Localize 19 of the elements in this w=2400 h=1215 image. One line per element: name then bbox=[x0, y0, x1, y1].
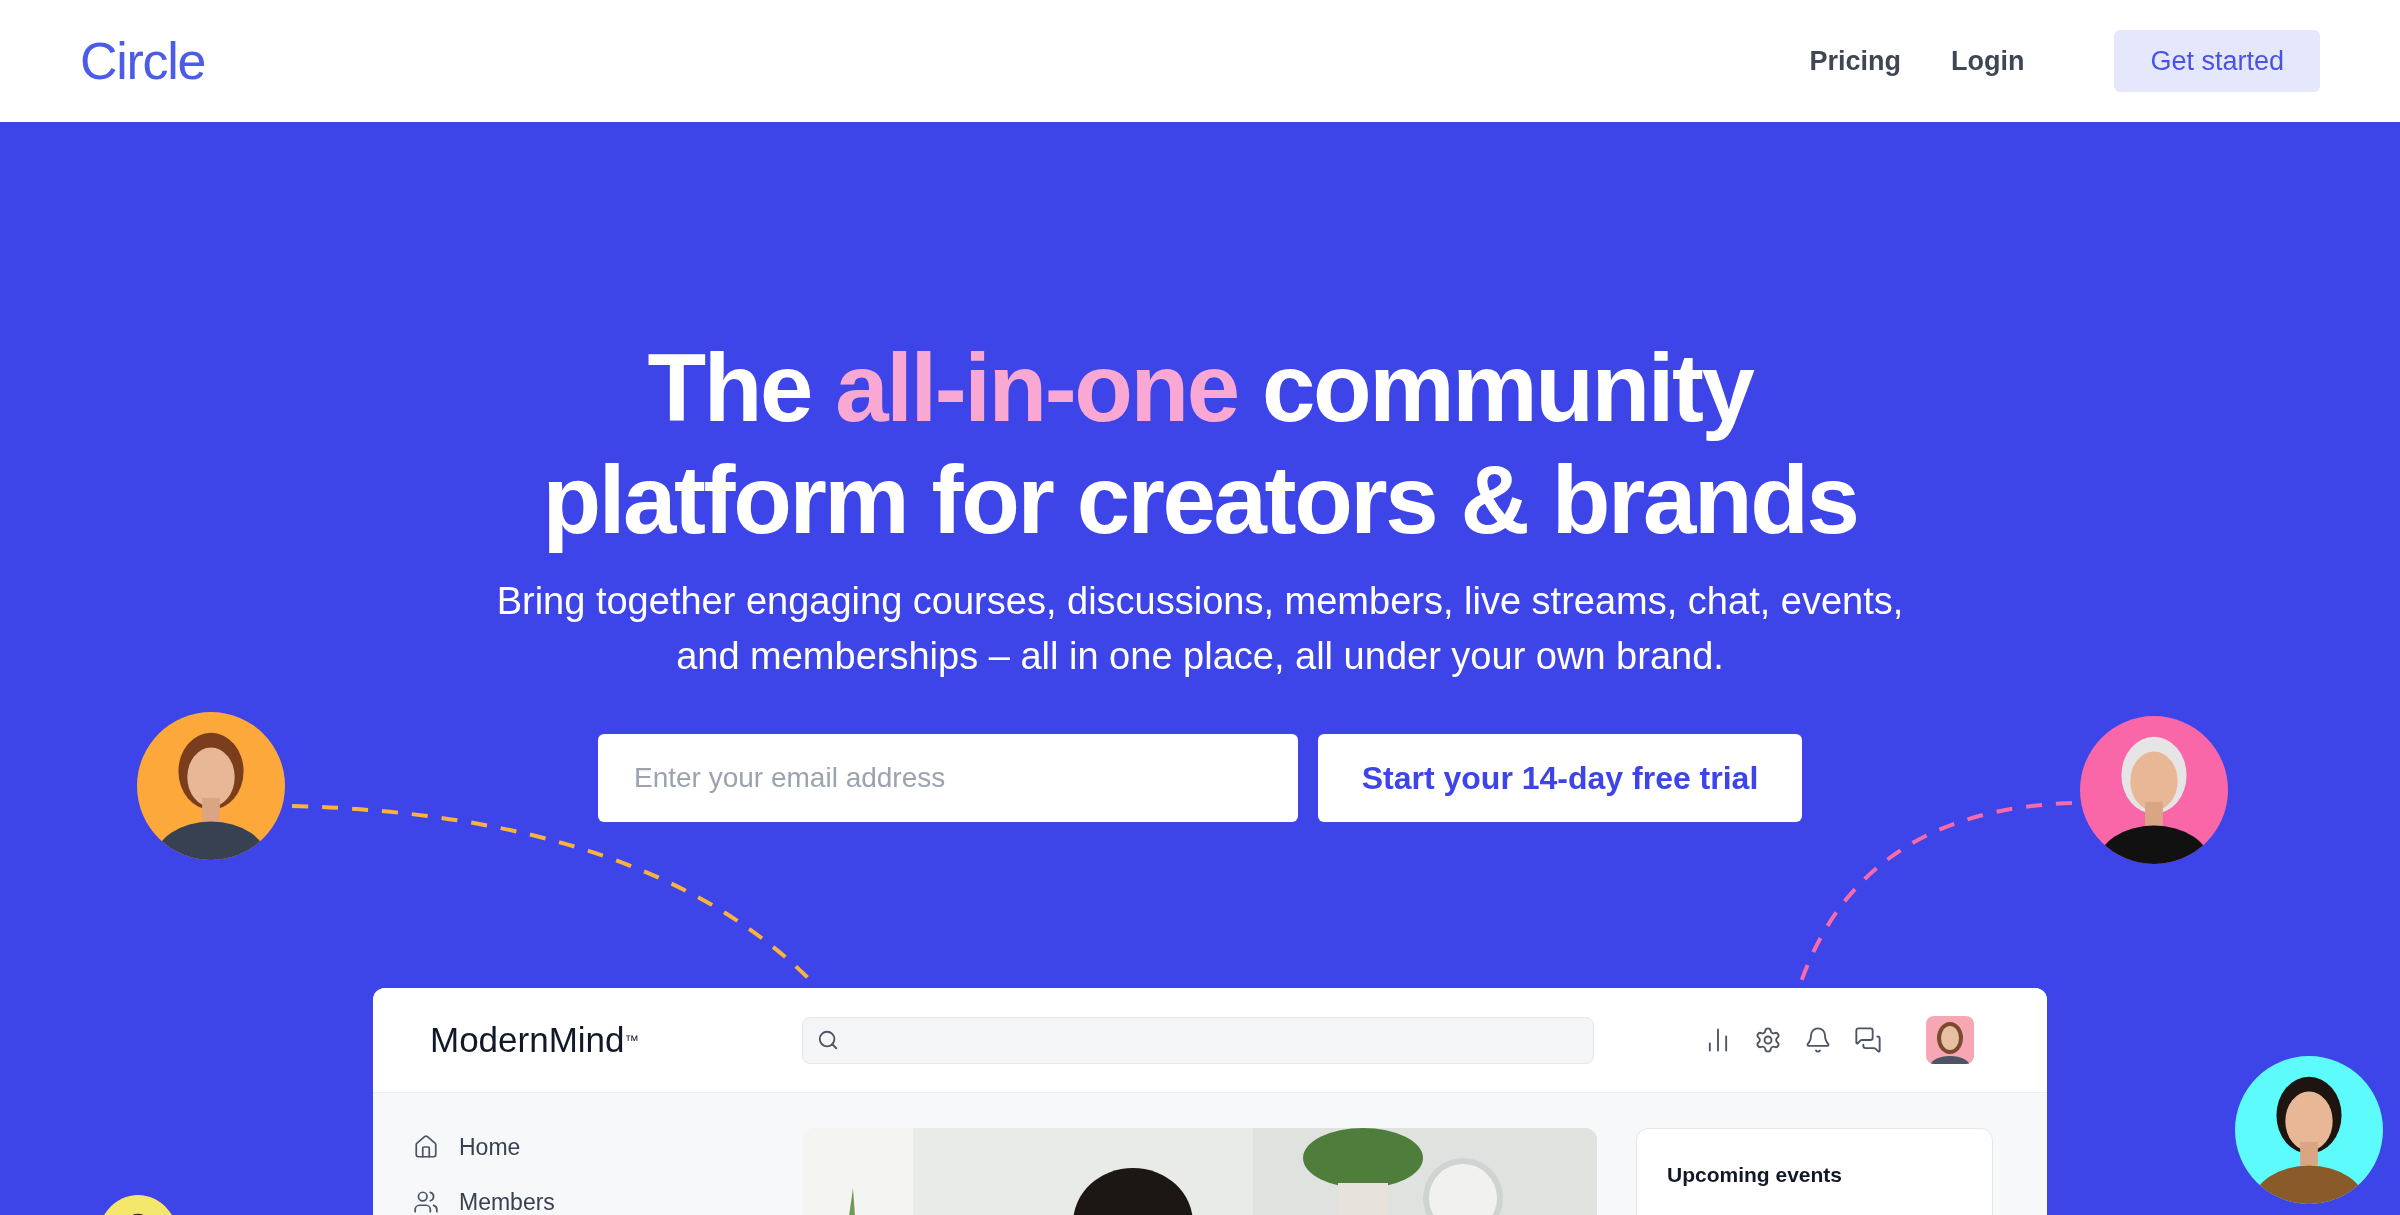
card-title: Upcoming events bbox=[1667, 1163, 1843, 1186]
brand-logo: ModernMind$^{™}$ bbox=[430, 1018, 640, 1061]
hero-subtitle: Bring together engaging courses, discussions, members, live streams, chat, events, and memberships – all in one place, all under your own brand. bbox=[495, 579, 1905, 679]
sidebar-link[interactable]: Members bbox=[459, 1184, 555, 1215]
search-icon bbox=[817, 1029, 839, 1051]
search-field[interactable] bbox=[802, 1016, 1594, 1064]
nav-link[interactable]: Pricing bbox=[1809, 40, 1901, 82]
home-icon bbox=[413, 1134, 439, 1161]
nav-link[interactable]: Login bbox=[1950, 40, 2025, 82]
sidebar-link[interactable]: Home bbox=[459, 1130, 521, 1165]
email-field[interactable]: Enter your email address bbox=[598, 734, 1298, 822]
get-started-button[interactable]: Get started bbox=[2114, 30, 2320, 92]
free-trial-button[interactable]: Start your 14-day free trial bbox=[1318, 734, 1802, 822]
hero-headline: The all-in-one community platform for creators & brands bbox=[541, 333, 1859, 555]
bell-icon[interactable] bbox=[1804, 1026, 1832, 1054]
logo[interactable]: Circle bbox=[80, 22, 206, 100]
settings-icon[interactable] bbox=[1754, 1026, 1782, 1054]
chat-bubbles-icon[interactable] bbox=[1854, 1026, 1882, 1054]
members-icon bbox=[413, 1188, 439, 1215]
